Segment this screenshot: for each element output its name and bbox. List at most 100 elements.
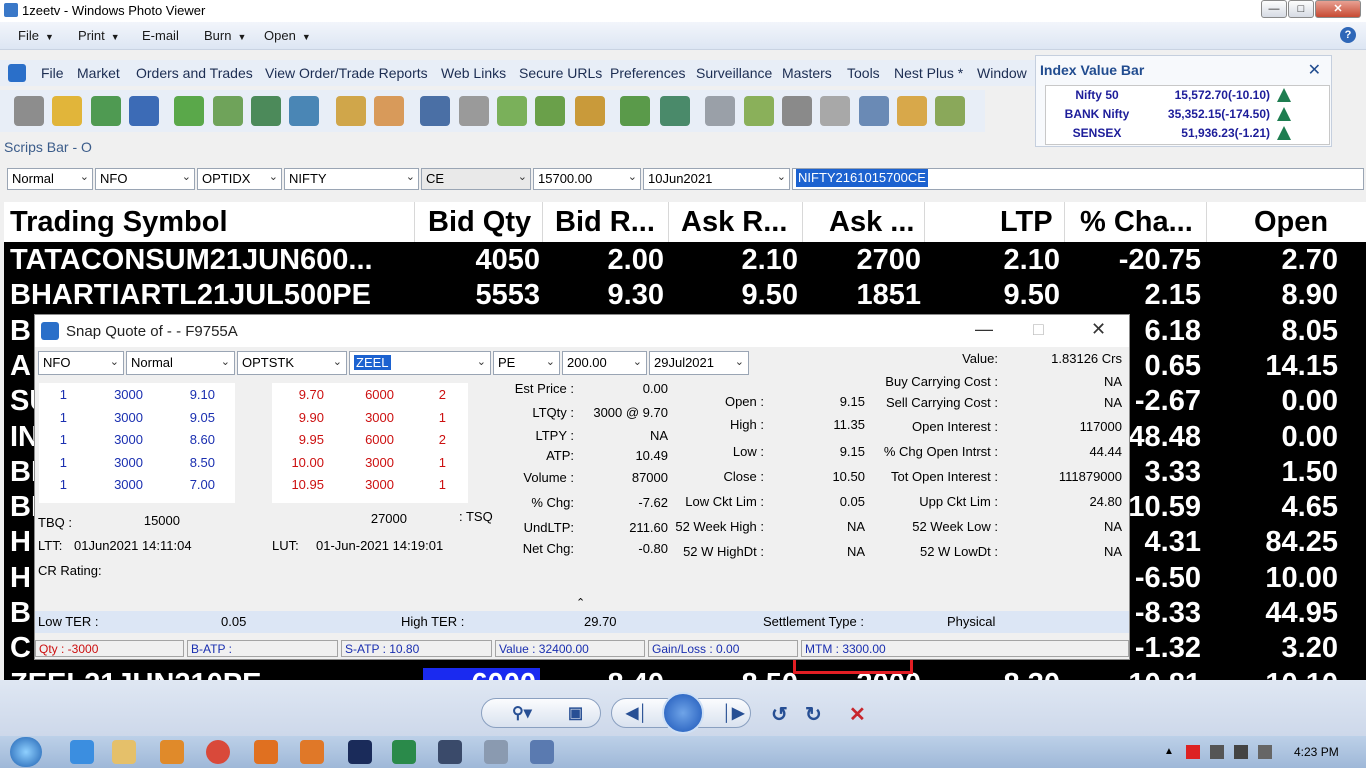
- cell-value[interactable]: 6.18: [1145, 315, 1201, 348]
- cell-value[interactable]: 2700: [856, 244, 921, 277]
- toolbar-printer-icon[interactable]: [859, 96, 889, 126]
- tray-network-icon[interactable]: [1210, 745, 1224, 759]
- app-menu-secure-urls[interactable]: Secure URLs: [519, 65, 602, 81]
- cell-value[interactable]: -2.67: [1135, 385, 1201, 418]
- cell-value[interactable]: 1.50: [1282, 456, 1338, 489]
- cell-value[interactable]: -1.32: [1135, 632, 1201, 665]
- cell-value[interactable]: 0.00: [1282, 385, 1338, 418]
- media-player-icon[interactable]: [160, 740, 184, 764]
- app-menu-reports[interactable]: View Order/Trade Reports: [265, 65, 428, 81]
- cell-value[interactable]: 10.10: [1265, 668, 1338, 680]
- cell-value[interactable]: 3.20: [1282, 632, 1338, 665]
- cell-value[interactable]: 1851: [856, 279, 921, 312]
- toolbar-monitor-icon[interactable]: [420, 96, 450, 126]
- sq-strike-select[interactable]: 200.00 ⌄: [562, 351, 647, 375]
- excel-icon[interactable]: [392, 740, 416, 764]
- app-icon-orange[interactable]: [254, 740, 278, 764]
- cell-symbol[interactable]: BHARTIARTL21JUL500PE: [10, 279, 371, 312]
- toolbar-upload-icon[interactable]: [660, 96, 690, 126]
- cell-value[interactable]: 4050: [475, 244, 540, 277]
- cell-value[interactable]: 9.50: [742, 279, 798, 312]
- cell-value[interactable]: 4.31: [1145, 526, 1201, 559]
- app-menu-masters[interactable]: Masters: [782, 65, 832, 81]
- cell-value[interactable]: 2.00: [608, 244, 664, 277]
- rotate-left-icon[interactable]: ↺: [771, 702, 788, 727]
- cell-value[interactable]: 2.70: [1282, 244, 1338, 277]
- col-header-open[interactable]: Open: [1254, 206, 1328, 239]
- cell-symbol[interactable]: A: [10, 350, 31, 383]
- column-divider[interactable]: [414, 202, 415, 242]
- toolbar-cart-down-icon[interactable]: [535, 96, 565, 126]
- internet-explorer-icon[interactable]: [70, 740, 94, 764]
- cell-symbol[interactable]: B: [10, 315, 31, 348]
- toolbar-buy-cart-icon[interactable]: [174, 96, 204, 126]
- previous-icon[interactable]: ◀│: [626, 703, 648, 723]
- toolbar-line-chart-icon[interactable]: [744, 96, 774, 126]
- cell-value[interactable]: -20.75: [1119, 244, 1201, 277]
- viewer-menu-burn[interactable]: Burn ▼: [204, 28, 246, 43]
- app-menu-market[interactable]: Market: [77, 65, 120, 81]
- cell-value[interactable]: 8.30: [1004, 668, 1060, 680]
- app-icon-gray[interactable]: [484, 740, 508, 764]
- col-header-symbol[interactable]: Trading Symbol: [10, 206, 228, 239]
- cell-value[interactable]: 8.50: [742, 668, 798, 680]
- toolbar-image-icon[interactable]: [782, 96, 812, 126]
- chrome-icon[interactable]: [206, 740, 230, 764]
- cell-value[interactable]: 4.65: [1282, 491, 1338, 524]
- cell-value[interactable]: 2.15: [1145, 279, 1201, 312]
- delete-icon[interactable]: ✕: [849, 702, 866, 727]
- toolbar-refresh-icon[interactable]: [91, 96, 121, 126]
- market-type-select[interactable]: Normal ⌄: [7, 168, 93, 190]
- cell-symbol[interactable]: B: [10, 597, 31, 630]
- app-menu-orders[interactable]: Orders and Trades: [136, 65, 253, 81]
- col-header-ask-qty[interactable]: Ask ...: [829, 206, 914, 239]
- col-header-ltp[interactable]: LTP: [1000, 206, 1053, 239]
- cell-value[interactable]: 9.30: [608, 279, 664, 312]
- cell-value[interactable]: 8.90: [1282, 279, 1338, 312]
- collapse-chevron-icon[interactable]: ⌃: [576, 596, 585, 609]
- tray-arrow-icon[interactable]: ▲: [1164, 746, 1174, 757]
- toolbar-users-icon[interactable]: [620, 96, 650, 126]
- instrument-select[interactable]: OPTIDX ⌄: [197, 168, 282, 190]
- app-menu-file[interactable]: File: [41, 65, 64, 81]
- column-divider[interactable]: [1064, 202, 1065, 242]
- cell-symbol[interactable]: H: [10, 526, 31, 559]
- app-menu-weblinks[interactable]: Web Links: [441, 65, 506, 81]
- column-divider[interactable]: [668, 202, 669, 242]
- cell-value[interactable]: 10.00: [1265, 562, 1338, 595]
- cell-value[interactable]: 3.33: [1145, 456, 1201, 489]
- toolbar-bars-icon[interactable]: [705, 96, 735, 126]
- toolbar-edit-icon[interactable]: [374, 96, 404, 126]
- app-menu-tools[interactable]: Tools: [847, 65, 880, 81]
- app-menu-window[interactable]: Window: [977, 65, 1027, 81]
- sq-market-type-select[interactable]: Normal ⌄: [126, 351, 235, 375]
- sq-instrument-select[interactable]: OPTSTK ⌄: [237, 351, 347, 375]
- toolbar-calculator-icon[interactable]: [897, 96, 927, 126]
- photo-viewer-icon[interactable]: [530, 740, 554, 764]
- sq-symbol-select[interactable]: ZEEL ⌄: [349, 351, 491, 375]
- tray-signal-icon[interactable]: [1234, 745, 1248, 759]
- cell-value[interactable]: 44.95: [1265, 597, 1338, 630]
- expiry-select[interactable]: 10Jun2021 ⌄: [643, 168, 790, 190]
- actual-size-icon[interactable]: ▣: [568, 703, 583, 723]
- cell-value[interactable]: 84.25: [1265, 526, 1338, 559]
- cell-value[interactable]: 8.40: [608, 668, 664, 680]
- column-divider[interactable]: [802, 202, 803, 242]
- tray-time[interactable]: 4:23 PM: [1294, 745, 1339, 759]
- toolbar-sell-cart-icon[interactable]: [213, 96, 243, 126]
- start-button[interactable]: [10, 737, 42, 767]
- tray-flag-icon[interactable]: [1186, 745, 1200, 759]
- viewer-menu-print[interactable]: Print ▼: [78, 28, 120, 43]
- cell-value[interactable]: -8.33: [1135, 597, 1201, 630]
- cell-value[interactable]: 0.65: [1145, 350, 1201, 383]
- column-divider[interactable]: [924, 202, 925, 242]
- col-header-pct-change[interactable]: % Cha...: [1080, 206, 1193, 239]
- photoshop-icon[interactable]: [348, 740, 372, 764]
- cell-value[interactable]: 10.81: [1128, 668, 1201, 680]
- sq-expiry-select[interactable]: 29Jul2021 ⌄: [649, 351, 749, 375]
- cell-value[interactable]: 8.05: [1282, 315, 1338, 348]
- toolbar-windows-icon[interactable]: [459, 96, 489, 126]
- sq-exchange-select[interactable]: NFO ⌄: [38, 351, 124, 375]
- exchange-select[interactable]: NFO ⌄: [95, 168, 195, 190]
- col-header-bid-rate[interactable]: Bid R...: [555, 206, 655, 239]
